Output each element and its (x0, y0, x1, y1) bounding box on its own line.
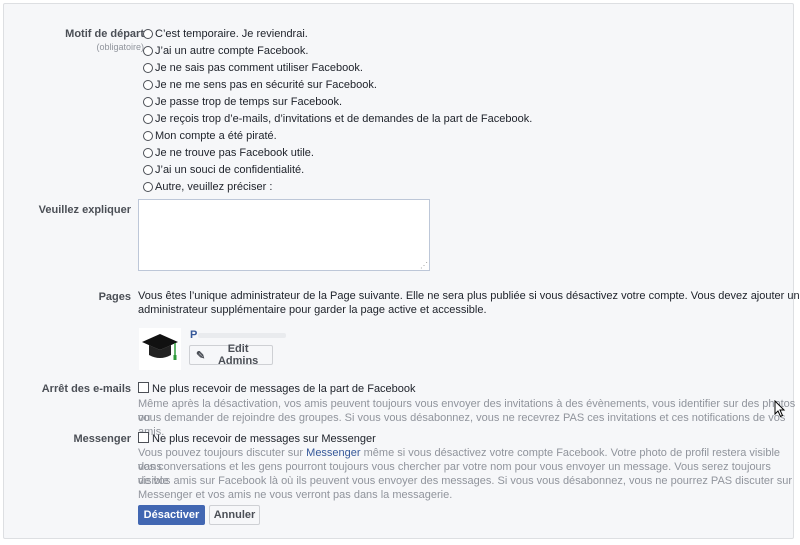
explain-textarea[interactable] (138, 199, 430, 271)
reason-option[interactable]: C’est temporaire. Je reviendrai. (143, 26, 308, 42)
reason-option-label: Je ne trouve pas Facebook utile. (155, 147, 314, 159)
reason-option-label: Je ne sais pas comment utiliser Facebook… (155, 62, 363, 74)
mouse-cursor-icon (774, 399, 786, 421)
emails-label: Arrêt des e-mails (41, 383, 131, 395)
reason-radio[interactable] (143, 29, 153, 39)
deactivate-button[interactable]: Désactiver (138, 505, 205, 525)
pages-label: Pages (98, 291, 131, 303)
pages-text-line1: Vous êtes l’unique administrateur de la … (138, 290, 800, 302)
reason-radio[interactable] (143, 148, 153, 158)
page-name-link[interactable]: P (190, 329, 197, 341)
graduation-cap-icon[interactable] (139, 328, 181, 370)
reason-option-label: Je ne me sens pas en sécurité sur Facebo… (155, 79, 377, 91)
reason-option[interactable]: J’ai un souci de confidentialité. (143, 162, 304, 178)
messenger-link[interactable]: Messenger (306, 447, 360, 459)
reason-radio[interactable] (143, 97, 153, 107)
reason-option[interactable]: Je ne sais pas comment utiliser Facebook… (143, 60, 363, 76)
reason-radio[interactable] (143, 165, 153, 175)
messenger-desc-line4: Messenger et vos amis ne vous verront pa… (138, 489, 453, 501)
reason-option[interactable]: Je ne me sens pas en sécurité sur Facebo… (143, 77, 377, 93)
messenger-checkbox[interactable] (138, 432, 149, 443)
reason-option-label: C’est temporaire. Je reviendrai. (155, 28, 308, 40)
messenger-checkbox-label: Ne plus recevoir de messages sur Messeng… (152, 433, 376, 445)
reason-option-label: J’ai un autre compte Facebook. (155, 45, 309, 57)
required-hint: (obligatoire) (96, 42, 144, 52)
reason-label: Motif de départ (65, 28, 144, 40)
reason-radio[interactable] (143, 63, 153, 73)
reason-option[interactable]: Je ne trouve pas Facebook utile. (143, 145, 314, 161)
messenger-label: Messenger (73, 433, 131, 445)
reason-option[interactable]: Je passe trop de temps sur Facebook. (143, 94, 342, 110)
reason-option-label: Mon compte a été piraté. (155, 130, 277, 142)
messenger-desc-pre: Vous pouvez toujours discuter sur (138, 447, 307, 459)
emails-checkbox[interactable] (138, 382, 149, 393)
cancel-button[interactable]: Annuler (209, 505, 260, 525)
messenger-desc-line3: de vos amis sur Facebook là où ils peuve… (138, 475, 793, 487)
reason-option-label: Je reçois trop d’e-mails, d’invitations … (155, 113, 533, 125)
reason-option[interactable]: Je reçois trop d’e-mails, d’invitations … (143, 111, 532, 127)
reason-option-label: Je passe trop de temps sur Facebook. (155, 96, 343, 108)
reason-radio[interactable] (143, 46, 153, 56)
reason-radio[interactable] (143, 80, 153, 90)
pages-text-line2: administrateur supplémentaire pour garde… (138, 304, 487, 316)
resize-grip-icon[interactable]: ⋰ (420, 261, 428, 270)
reason-option-label: Autre, veuillez préciser : (155, 181, 273, 193)
reason-option[interactable]: Autre, veuillez préciser : (143, 179, 272, 195)
reason-radio[interactable] (143, 131, 153, 141)
messenger-checkbox-row[interactable]: Ne plus recevoir de messages sur Messeng… (138, 432, 376, 445)
pencil-icon: ✎ (196, 349, 206, 362)
emails-checkbox-row[interactable]: Ne plus recevoir de messages de la part … (138, 382, 416, 395)
reason-option-label: J’ai un souci de confidentialité. (155, 164, 305, 176)
edit-admins-label: Edit Admins (217, 343, 259, 367)
reason-option[interactable]: J’ai un autre compte Facebook. (143, 43, 308, 59)
reason-radio[interactable] (143, 114, 153, 124)
emails-checkbox-label: Ne plus recevoir de messages de la part … (152, 383, 416, 395)
page-name-redacted (198, 333, 286, 338)
reason-radio[interactable] (143, 182, 153, 192)
reason-option[interactable]: Mon compte a été piraté. (143, 128, 277, 144)
explain-label: Veuillez expliquer (38, 204, 131, 216)
edit-admins-button[interactable]: ✎ Edit Admins (189, 343, 273, 367)
